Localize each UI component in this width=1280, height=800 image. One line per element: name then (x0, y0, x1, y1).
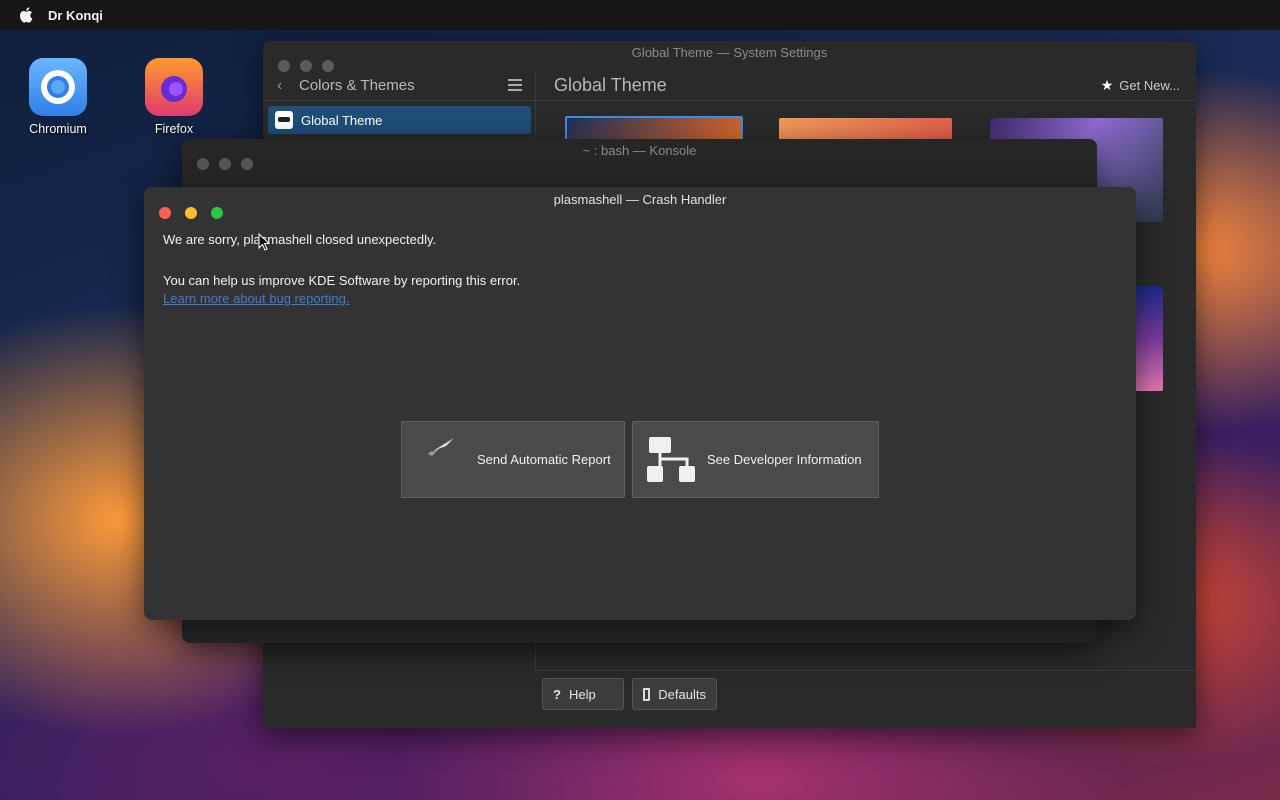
learn-more-link[interactable]: Learn more about bug reporting. (163, 291, 349, 306)
defaults-button[interactable]: Defaults (632, 678, 717, 710)
settings-header: ‹ Colors & Themes (263, 71, 1196, 101)
firefox-icon (145, 58, 203, 116)
minimize-button[interactable] (219, 158, 231, 170)
report-help-text: You can help us improve KDE Software by … (163, 273, 521, 288)
developer-info-label: See Developer Information (707, 452, 862, 467)
window-title: Global Theme — System Settings (631, 45, 828, 60)
menu-bar: Dr Konqi (0, 0, 1280, 30)
desktop-icon-firefox[interactable]: Firefox (129, 58, 219, 136)
send-automatic-report-button[interactable]: Send Automatic Report (401, 421, 625, 498)
page-title: Global Theme (554, 75, 667, 95)
sidebar-item-label: Global Theme (301, 112, 383, 128)
hamburger-menu-icon[interactable] (508, 79, 522, 91)
defaults-label: Defaults (658, 686, 706, 702)
maximize-button[interactable] (211, 207, 223, 219)
see-developer-information-button[interactable]: See Developer Information (632, 421, 879, 498)
desktop-icon-label: Firefox (154, 122, 194, 136)
active-app-name[interactable]: Dr Konqi (48, 8, 103, 23)
star-icon: ★ (1100, 77, 1114, 93)
maximize-button[interactable] (241, 158, 253, 170)
global-theme-icon (275, 111, 293, 129)
settings-footer: ? Help Defaults (535, 670, 1196, 728)
defaults-icon (643, 687, 651, 701)
desktop-icon-label: Chromium (29, 122, 87, 136)
desktop-icon-chromium[interactable]: Chromium (13, 58, 103, 136)
konsole-titlebar[interactable]: ~ : bash — Konsole (182, 139, 1097, 170)
get-new-label: Get New... (1119, 78, 1180, 93)
minimize-button[interactable] (185, 207, 197, 219)
mouse-cursor-icon (258, 233, 270, 251)
crash-message: We are sorry, plasmashell closed unexpec… (163, 232, 437, 247)
help-icon: ? (553, 686, 561, 702)
back-arrow-icon[interactable]: ‹ (277, 77, 291, 95)
send-icon (428, 438, 454, 456)
crash-handler-window: plasmashell — Crash Handler We are sorry… (144, 187, 1136, 620)
window-title: plasmashell — Crash Handler (553, 192, 727, 207)
help-label: Help (568, 686, 596, 702)
breadcrumb[interactable]: Colors & Themes (299, 77, 415, 94)
help-button[interactable]: ? Help (542, 678, 624, 710)
settings-titlebar[interactable]: Global Theme — System Settings (263, 41, 1196, 72)
theme-thumbnail[interactable] (1135, 286, 1163, 391)
close-button[interactable] (197, 158, 209, 170)
apple-icon[interactable] (18, 6, 36, 24)
crash-handler-titlebar[interactable]: plasmashell — Crash Handler (144, 187, 1136, 219)
get-new-button[interactable]: ★ Get New... (1101, 77, 1180, 94)
sidebar-item-global-theme[interactable]: Global Theme (268, 106, 531, 134)
developer-tree-icon (647, 437, 695, 482)
send-report-label: Send Automatic Report (477, 452, 611, 467)
close-button[interactable] (159, 207, 171, 219)
window-title: ~ : bash — Konsole (582, 143, 697, 158)
chromium-icon (29, 58, 87, 116)
